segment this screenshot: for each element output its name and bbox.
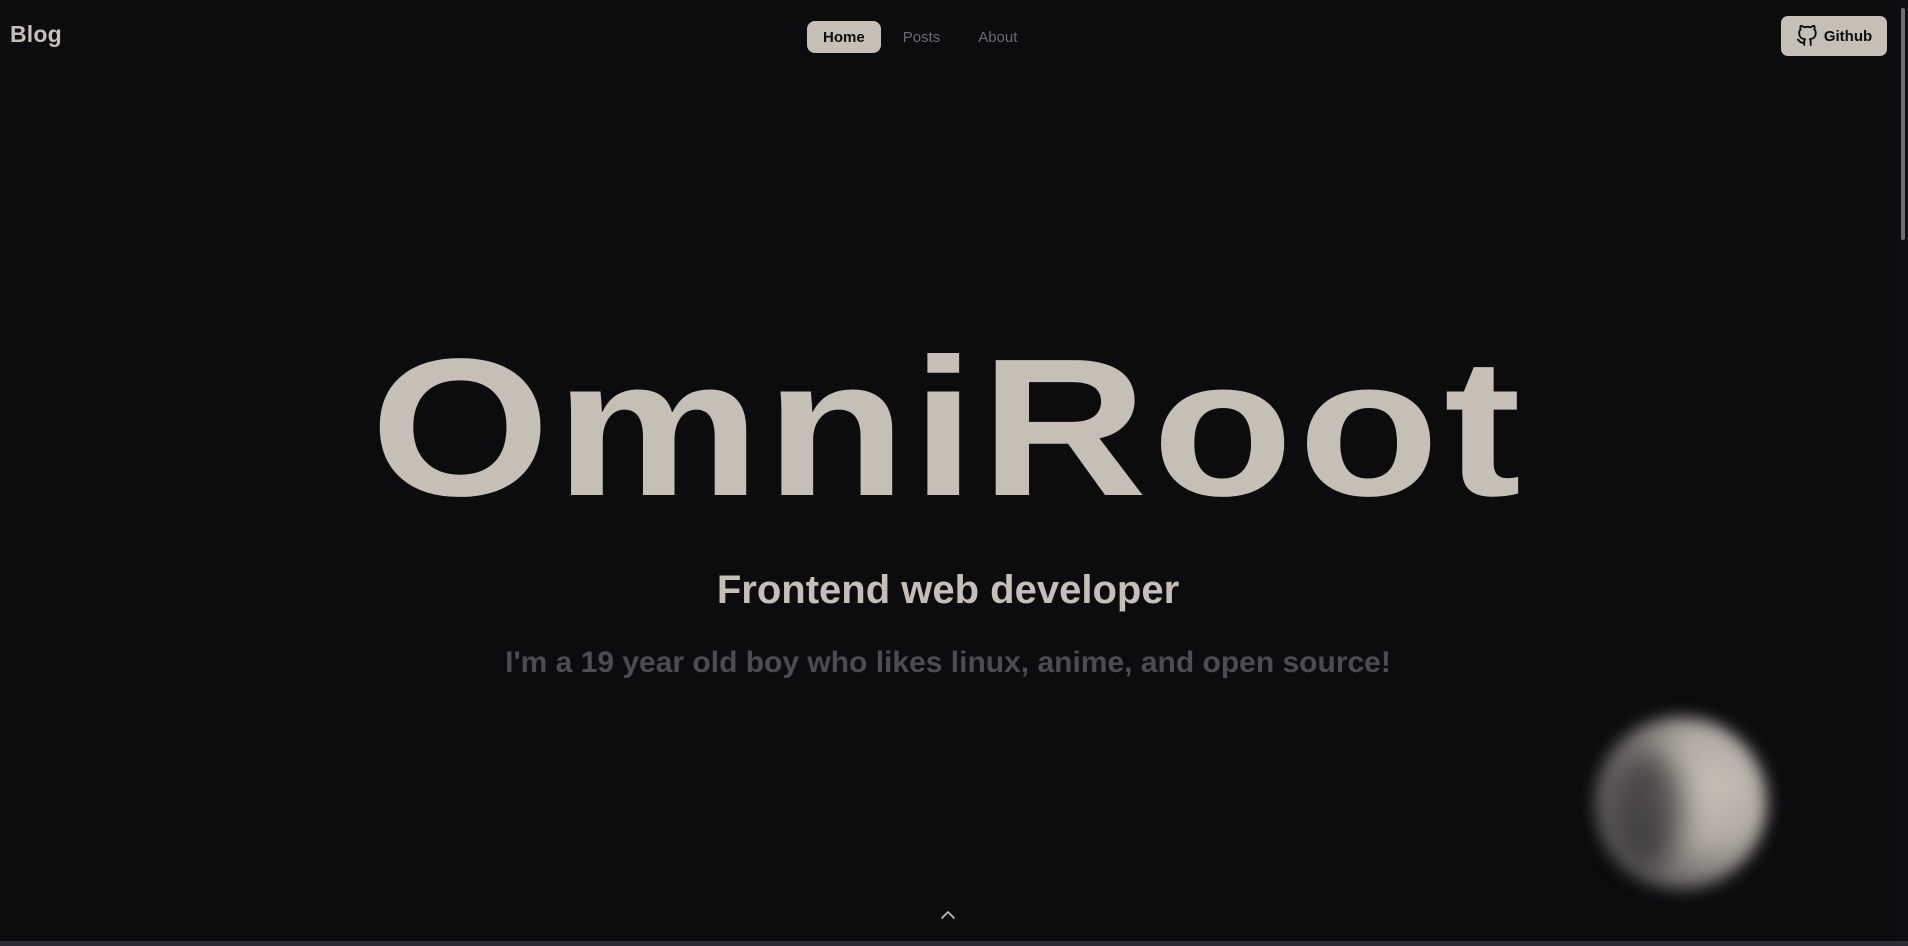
nav-home[interactable]: Home bbox=[807, 21, 881, 53]
window-bottom-border bbox=[0, 941, 1908, 946]
page: Blog Home Posts About Github OmniRoot Fr… bbox=[0, 0, 1908, 946]
hero-subtitle: Frontend web developer bbox=[716, 568, 1180, 612]
github-button-label: Github bbox=[1823, 27, 1873, 45]
main-nav: Home Posts About bbox=[807, 21, 1033, 53]
hero-description: I'm a 19 year old boy who likes linux, a… bbox=[505, 646, 1391, 679]
nav-about[interactable]: About bbox=[962, 21, 1033, 53]
vertical-scrollbar[interactable] bbox=[1896, 0, 1908, 946]
chevron-up-icon[interactable] bbox=[938, 905, 958, 925]
github-button[interactable]: Github bbox=[1781, 16, 1887, 56]
nav-posts[interactable]: Posts bbox=[887, 21, 957, 53]
moon-shadow bbox=[1612, 750, 1682, 870]
site-brand[interactable]: Blog bbox=[10, 21, 62, 48]
hero-title: OmniRoot bbox=[370, 318, 1526, 537]
github-icon bbox=[1796, 25, 1818, 47]
scrollbar-thumb[interactable] bbox=[1901, 8, 1905, 240]
